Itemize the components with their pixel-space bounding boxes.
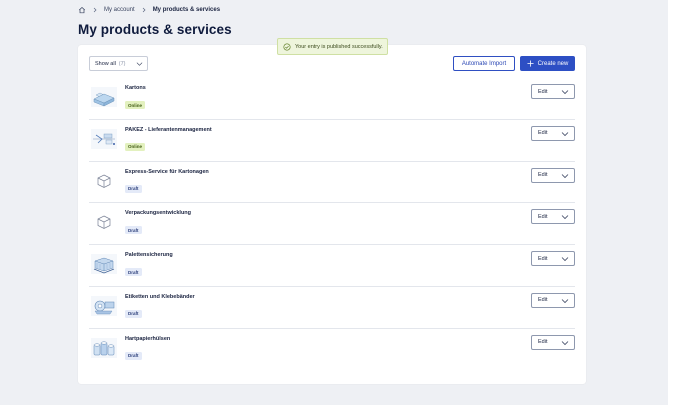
breadcrumb-my-account[interactable]: My account xyxy=(104,7,135,13)
list-item: Hartpapierhülsen Draft Edit xyxy=(89,329,575,371)
plus-icon xyxy=(527,60,534,67)
product-title[interactable]: Etiketten und Klebebänder xyxy=(125,294,195,300)
check-circle-icon xyxy=(283,42,291,51)
breadcrumb-current: My products & services xyxy=(152,7,221,13)
status-badge: Draft xyxy=(125,184,142,193)
list-item: Verpackungsentwicklung Draft Edit xyxy=(89,203,575,246)
chevron-down-icon xyxy=(561,340,569,345)
product-title[interactable]: Kartons xyxy=(125,85,146,91)
automate-import-label: Automate Import xyxy=(461,60,507,67)
pallet-image xyxy=(89,251,118,277)
chevron-right-icon xyxy=(142,7,146,13)
product-title[interactable]: PAKEZ - Lieferantenmanagement xyxy=(125,127,212,133)
breadcrumb: My account My products & services xyxy=(78,5,220,15)
supplier-management-image xyxy=(89,126,118,152)
paper-tubes-image xyxy=(89,335,118,361)
product-list: Kartons Online Edit PAKEZ - Lieferantenm… xyxy=(89,78,575,371)
cardboard-box-image xyxy=(89,84,118,110)
chevron-down-icon xyxy=(561,299,569,304)
edit-label: Edit xyxy=(538,255,548,262)
edit-label: Edit xyxy=(538,88,548,95)
list-item: Etiketten und Klebebänder Draft Edit xyxy=(89,287,575,329)
edit-label: Edit xyxy=(538,297,548,304)
list-item: Palettensicherung Draft Edit xyxy=(89,245,575,287)
chevron-down-icon xyxy=(136,62,143,66)
create-new-button[interactable]: Create new xyxy=(520,56,575,71)
chevron-down-icon xyxy=(561,257,569,262)
home-icon[interactable] xyxy=(78,6,86,14)
window-edge xyxy=(668,0,688,405)
status-badge: Draft xyxy=(125,226,142,235)
edit-label: Edit xyxy=(538,339,548,346)
box-placeholder-icon xyxy=(89,209,118,235)
page-title: My products & services xyxy=(78,22,232,37)
automate-import-button[interactable]: Automate Import xyxy=(453,56,515,71)
status-badge: Draft xyxy=(125,351,142,360)
edit-label: Edit xyxy=(538,130,548,137)
status-badge: Draft xyxy=(125,268,142,277)
edit-label: Edit xyxy=(538,213,548,220)
chevron-down-icon xyxy=(561,90,569,95)
product-title[interactable]: Verpackungsentwicklung xyxy=(125,210,191,216)
list-item: PAKEZ - Lieferantenmanagement Online Edi… xyxy=(89,120,575,162)
edit-dropdown-button[interactable]: Edit xyxy=(531,84,575,99)
edit-dropdown-button[interactable]: Edit xyxy=(531,209,575,225)
chevron-down-icon xyxy=(561,173,569,178)
product-title[interactable]: Palettensicherung xyxy=(125,252,173,258)
list-item: Express-Service für Kartonagen Draft Edi… xyxy=(89,162,575,204)
toast-message: Your entry is published successfully. xyxy=(295,43,383,50)
status-badge: Online xyxy=(125,101,146,109)
status-badge: Online xyxy=(125,142,146,151)
edit-dropdown-button[interactable]: Edit xyxy=(531,292,575,308)
edit-dropdown-button[interactable]: Edit xyxy=(531,251,575,267)
edit-dropdown-button[interactable]: Edit xyxy=(531,125,575,141)
filter-label: Show all xyxy=(95,60,116,67)
box-placeholder-icon xyxy=(89,168,118,194)
filter-count: (7) xyxy=(118,60,126,67)
edit-dropdown-button[interactable]: Edit xyxy=(531,167,575,183)
status-badge: Draft xyxy=(125,309,142,318)
edit-dropdown-button[interactable]: Edit xyxy=(531,334,575,350)
product-title[interactable]: Express-Service für Kartonagen xyxy=(125,169,209,175)
success-toast: Your entry is published successfully. xyxy=(277,38,388,55)
filter-select[interactable]: Show all (7) xyxy=(89,56,148,71)
product-title[interactable]: Hartpapierhülsen xyxy=(125,336,170,342)
list-item: Kartons Online Edit xyxy=(89,78,575,120)
edit-label: Edit xyxy=(538,172,548,179)
chevron-right-icon xyxy=(93,7,97,13)
chevron-down-icon xyxy=(561,215,569,220)
create-new-label: Create new xyxy=(537,60,569,67)
labels-tape-image xyxy=(89,293,118,319)
chevron-down-icon xyxy=(561,132,569,136)
